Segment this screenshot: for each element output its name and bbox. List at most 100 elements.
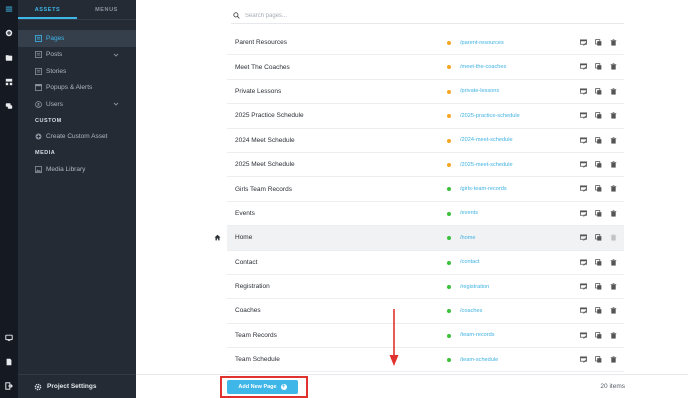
edit-settings-icon[interactable] bbox=[580, 234, 587, 241]
edit-settings-icon[interactable] bbox=[580, 88, 587, 95]
edit-settings-icon[interactable] bbox=[580, 258, 587, 266]
duplicate-icon[interactable] bbox=[595, 234, 602, 241]
page-title[interactable]: Registration bbox=[235, 283, 270, 290]
table-row[interactable]: Events/events bbox=[227, 202, 624, 227]
table-row[interactable]: Meet The Coaches/meet-the-coaches bbox=[227, 55, 624, 80]
folder-icon[interactable] bbox=[4, 53, 14, 63]
trash-icon[interactable] bbox=[610, 63, 617, 70]
trash-icon[interactable] bbox=[610, 283, 617, 290]
page-slug-link[interactable]: /home bbox=[460, 235, 476, 241]
trash-icon[interactable] bbox=[610, 356, 617, 363]
chat-icon[interactable] bbox=[4, 101, 14, 111]
sidebar-item-pages[interactable]: Pages bbox=[18, 30, 136, 47]
duplicate-icon[interactable] bbox=[595, 136, 602, 144]
sidebar-item-popups-alerts[interactable]: Popups & Alerts bbox=[18, 80, 136, 97]
page-title[interactable]: Girls Team Records bbox=[235, 186, 292, 193]
page-slug-link[interactable]: /parent-resources bbox=[460, 40, 504, 46]
page-title[interactable]: 2025 Meet Schedule bbox=[235, 161, 295, 168]
edit-settings-icon[interactable] bbox=[580, 63, 587, 71]
page-title[interactable]: Team Schedule bbox=[235, 356, 280, 363]
edit-settings-icon[interactable] bbox=[580, 307, 587, 315]
sitemap-icon[interactable] bbox=[4, 77, 14, 87]
trash-icon[interactable] bbox=[610, 210, 617, 217]
page-slug-link[interactable]: /team-records bbox=[460, 332, 495, 338]
trash-icon[interactable] bbox=[610, 112, 617, 119]
page-slug-link[interactable]: /meet-the-coaches bbox=[460, 64, 506, 70]
sidebar-item-stories[interactable]: Stories bbox=[18, 63, 136, 80]
table-row[interactable]: Coaches/coaches bbox=[227, 299, 624, 324]
edit-settings-icon[interactable] bbox=[580, 185, 587, 193]
page-slug-link[interactable]: /2025-meet-schedule bbox=[460, 162, 513, 168]
edit-settings-icon[interactable] bbox=[580, 137, 587, 144]
edit-settings-icon[interactable] bbox=[580, 39, 587, 46]
page-title[interactable]: Parent Resources bbox=[235, 39, 287, 46]
document-icon[interactable] bbox=[4, 357, 14, 367]
sidebar-item-media-library[interactable]: Media Library bbox=[18, 161, 136, 178]
table-row[interactable]: Private Lessons/private-lessons bbox=[227, 80, 624, 105]
page-title[interactable]: Events bbox=[235, 210, 255, 217]
table-row[interactable]: Parent Resources/parent-resources bbox=[227, 31, 624, 56]
table-row[interactable]: Contact/contact bbox=[227, 251, 624, 275]
edit-settings-icon[interactable] bbox=[580, 210, 587, 217]
page-title[interactable]: 2024 Meet Schedule bbox=[235, 137, 295, 144]
page-title[interactable]: Meet The Coaches bbox=[235, 64, 290, 71]
edit-settings-icon[interactable] bbox=[580, 112, 587, 119]
add-new-page-button[interactable]: Add New Page + bbox=[227, 380, 298, 394]
page-slug-link[interactable]: /girls-team-records bbox=[460, 186, 507, 192]
trash-icon[interactable] bbox=[610, 39, 617, 46]
table-row[interactable]: 2024 Meet Schedule/2024-meet-schedule bbox=[227, 129, 624, 153]
duplicate-icon[interactable] bbox=[595, 258, 602, 266]
duplicate-icon[interactable] bbox=[595, 331, 602, 339]
duplicate-icon[interactable] bbox=[595, 185, 602, 192]
trash-icon[interactable] bbox=[610, 185, 617, 192]
duplicate-icon[interactable] bbox=[595, 307, 602, 314]
page-slug-link[interactable]: /2024-meet-schedule bbox=[460, 137, 513, 143]
sidebar-item-users[interactable]: Users bbox=[18, 96, 136, 113]
logout-icon[interactable] bbox=[4, 381, 14, 391]
trash-icon[interactable] bbox=[610, 88, 617, 95]
duplicate-icon[interactable] bbox=[595, 356, 602, 363]
chevron-down-icon[interactable] bbox=[113, 101, 119, 107]
page-slug-link[interactable]: /team-schedule bbox=[460, 357, 498, 363]
trash-icon[interactable] bbox=[610, 136, 617, 144]
search-input[interactable] bbox=[245, 12, 545, 19]
trash-icon[interactable] bbox=[610, 307, 617, 314]
duplicate-icon[interactable] bbox=[595, 161, 602, 168]
page-slug-link[interactable]: /registration bbox=[460, 284, 489, 290]
tab-menus[interactable]: MENUS bbox=[77, 0, 136, 19]
edit-settings-icon[interactable] bbox=[580, 283, 587, 290]
page-slug-link[interactable]: /private-lessons bbox=[460, 88, 499, 94]
duplicate-icon[interactable] bbox=[595, 39, 602, 46]
duplicate-icon[interactable] bbox=[595, 112, 602, 119]
sidebar-item-create-custom-asset[interactable]: Create Custom Asset bbox=[18, 129, 136, 146]
edit-settings-icon[interactable] bbox=[580, 161, 587, 168]
chevron-down-icon[interactable] bbox=[113, 52, 119, 58]
page-title[interactable]: Team Records bbox=[235, 332, 277, 339]
page-title[interactable]: 2025 Practice Schedule bbox=[235, 112, 304, 119]
table-row[interactable]: 2025 Meet Schedule/2025-meet-schedule bbox=[227, 153, 624, 178]
sidebar-item-posts[interactable]: Posts bbox=[18, 47, 136, 64]
table-row[interactable]: Home/home bbox=[214, 226, 624, 251]
page-title[interactable]: Private Lessons bbox=[235, 88, 281, 95]
duplicate-icon[interactable] bbox=[595, 209, 602, 217]
duplicate-icon[interactable] bbox=[595, 283, 602, 290]
duplicate-icon[interactable] bbox=[595, 63, 602, 70]
tab-assets[interactable]: ASSETS bbox=[18, 0, 77, 19]
edit-settings-icon[interactable] bbox=[580, 356, 587, 363]
page-slug-link[interactable]: /contact bbox=[460, 259, 480, 265]
page-title[interactable]: Home bbox=[235, 234, 252, 241]
table-row[interactable]: 2025 Practice Schedule/2025-practice-sch… bbox=[227, 104, 624, 129]
table-row[interactable]: Girls Team Records/girls-team-records bbox=[227, 177, 624, 202]
monitor-icon[interactable] bbox=[4, 333, 14, 343]
menu-icon[interactable] bbox=[4, 4, 14, 14]
trash-icon[interactable] bbox=[610, 258, 617, 266]
trash-icon[interactable] bbox=[610, 161, 617, 168]
duplicate-icon[interactable] bbox=[595, 87, 602, 95]
table-row[interactable]: Team Schedule/team-schedule bbox=[227, 348, 624, 373]
trash-icon[interactable] bbox=[610, 332, 617, 339]
add-circle-icon[interactable] bbox=[4, 28, 14, 38]
page-title[interactable]: Coaches bbox=[235, 307, 261, 314]
page-slug-link[interactable]: /coaches bbox=[460, 308, 482, 314]
project-settings-button[interactable]: Project Settings bbox=[18, 374, 136, 398]
table-row[interactable]: Registration/registration bbox=[227, 275, 624, 300]
